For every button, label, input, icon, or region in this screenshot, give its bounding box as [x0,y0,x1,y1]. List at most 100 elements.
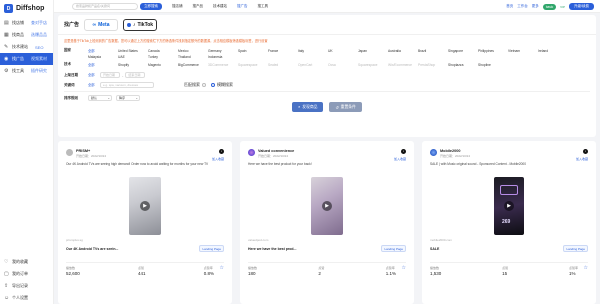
landing-page-button[interactable]: Landing Page [199,245,224,252]
tech-option[interactable]: 全部 [88,62,118,68]
home-link[interactable]: 首页 [506,4,513,9]
app-logo[interactable]: D Diffshop [0,0,53,17]
add-to-collection-link[interactable]: 加入收藏 [394,157,406,161]
country-option[interactable]: Singapore [448,48,478,54]
top-nav-ads[interactable]: 搜广告 [237,4,248,9]
country-option[interactable]: Italy [298,48,328,54]
tech-option[interactable]: Squarespace [238,62,268,68]
ad-card[interactable]: PRISM+ 开始日期：2022/10/24 ♪ 加入收藏 Our 4K And… [58,141,232,304]
top-nav-tools[interactable]: 搜工具 [258,4,269,9]
star-icon[interactable]: ☆ [402,265,406,271]
country-option[interactable]: UAE [118,54,148,60]
keyword-label: 关键词 [64,82,75,87]
tiktok-icon: ♪ [583,149,588,154]
tab-tiktok[interactable]: ♪ TikTok [123,18,158,31]
tech-option[interactable]: OpenCart [298,62,328,68]
landing-page-button[interactable]: Landing Page [563,245,588,252]
country-option[interactable]: UK [328,48,358,54]
tools-icon: ⚙ [4,67,9,74]
match-fuzzy-radio[interactable] [211,83,215,87]
keyword-input[interactable]: e.g. spa, vacuum, dresses [100,82,154,88]
tech-option[interactable]: Shoplazza [448,62,478,68]
sidebar-item-exports[interactable]: ⇪ 导出记录 [0,280,54,292]
country-option[interactable]: Malaysia [88,54,118,60]
landing-page-button[interactable]: Landing Page [381,245,406,252]
ad-card[interactable]: Valued convenience 开始日期：2022/10/24 ♪ 加入收… [240,141,414,304]
country-option[interactable]: Brazil [418,48,448,54]
country-option[interactable]: Indonesia [208,54,238,60]
tech-option[interactable]: Sealed [268,62,298,68]
keyword-all-option[interactable]: 全部 [88,82,100,88]
country-option[interactable]: Vietnam [508,48,538,54]
sidebar-item-settings[interactable]: ☺ 个人设置 [0,292,54,304]
stat-value: 441 [137,271,146,276]
tech-option[interactable]: Shopify [118,62,148,68]
country-option[interactable]: Turkey [148,54,178,60]
reset-button[interactable]: ↺ 重置条件 [329,102,362,112]
more-link[interactable]: 更多 [532,4,539,9]
country-option[interactable]: Philippines [478,48,508,54]
ad-card[interactable]: Mobile2000 开始日期：2022/10/24 ♪ 加入收藏 SALE |… [422,141,596,304]
global-search-input[interactable]: 搜索品牌和产品名/关键词 [72,2,138,10]
sidebar-item-sub: 视频素材 [31,56,47,61]
advertiser-name: Valued convenience [258,149,295,153]
plan-badge[interactable]: basic [542,3,557,10]
add-to-collection-link[interactable]: 加入收藏 [212,157,224,161]
star-icon[interactable]: ☆ [220,265,224,271]
sidebar-item-tools[interactable]: ⚙ 找工具 插件研究 [0,65,53,77]
country-option[interactable]: France [268,48,298,54]
sidebar-item-ads[interactable]: ◉ 找广告 视频素材 [0,53,53,65]
top-nav-products[interactable]: 搜产品 [193,4,204,9]
sort-value: 默认 [91,96,98,100]
product-frame [500,185,518,195]
sidebar-item-collection[interactable]: ♡ 我的收藏 [0,256,54,268]
tech-option[interactable]: Ocsa [328,62,358,68]
sidebar: D Diffshop ▤ 找店铺 查对手店 ▦ 找商品 选爆品品 ✎ 技术建站 … [0,0,54,304]
upgrade-button[interactable]: 升级/续费 [569,3,594,10]
discover-button[interactable]: ⌕ 发现商品 [292,102,324,112]
ad-text-row: SALE Landing Page [430,245,588,252]
match-exact-radio[interactable] [202,83,206,87]
workspace-link[interactable]: 工作台 [517,4,528,9]
video-thumbnail[interactable]: ▶ [311,177,343,235]
country-option[interactable]: Australia [388,48,418,54]
video-thumbnail[interactable]: ▶ 269 [494,177,524,235]
top-nav-shops[interactable]: 搜店铺 [172,4,183,9]
tech-option[interactable]: Wix/Ecommerce [388,62,418,68]
collection-icon: ♡ [4,258,9,265]
sidebar-item-tech[interactable]: ✎ 技术建站 SEO [0,41,53,53]
tech-option[interactable]: Squarespace [358,62,388,68]
country-option[interactable]: Ireland [538,48,568,54]
tech-label: 技术 [64,62,71,66]
sidebar-item-shops[interactable]: ▤ 找店铺 查对手店 [0,17,53,29]
tab-meta[interactable]: ∞ Meta [84,18,119,31]
country-option[interactable]: Thailand [178,54,208,60]
sidebar-item-products[interactable]: ▦ 找商品 选爆品品 [0,29,53,41]
advertiser-name: Mobile2000 [440,149,461,153]
country-option[interactable]: Japan [358,48,388,54]
tech-option[interactable]: Magento [148,62,178,68]
country-option[interactable]: Spain [238,48,268,54]
date-end-input[interactable]: 结束日期 [125,72,146,78]
stat-value: 52,600 [66,271,80,276]
sort-label: 排序规则 [64,95,78,100]
global-search-button[interactable]: 立即搜索 [140,2,162,10]
tech-option[interactable]: 3DCommerce [208,62,238,68]
sidebar-item-orders[interactable]: ▢ 我的订单 [0,268,54,280]
sort-select[interactable]: 默认 ⌄ [88,95,112,101]
date-all-option[interactable]: 全部 [88,72,100,78]
tech-option[interactable]: BigCommerce [178,62,208,68]
star-icon[interactable]: ☆ [584,265,588,271]
ad-text: Here we have the best prod... [248,246,297,251]
add-to-collection-link[interactable]: 加入收藏 [576,157,588,161]
video-thumbnail[interactable]: ▶ [129,177,161,235]
action-buttons: ⌕ 发现商品 ↺ 重置条件 [58,102,596,112]
date-start-input[interactable]: 开始日期 [100,72,120,78]
sort-order-select[interactable]: 降序 ⌄ [116,95,140,101]
stat-value: 180 [248,271,256,276]
tech-option[interactable]: Shopline [478,62,508,68]
country-filter: 国家 全部 United States Canada Mexico Germany Spa… [58,48,596,60]
tech-option[interactable]: PrestaShop [418,62,448,68]
stat-label: 点赞 [137,266,144,270]
top-nav-tech[interactable]: 技术建站 [213,4,227,9]
